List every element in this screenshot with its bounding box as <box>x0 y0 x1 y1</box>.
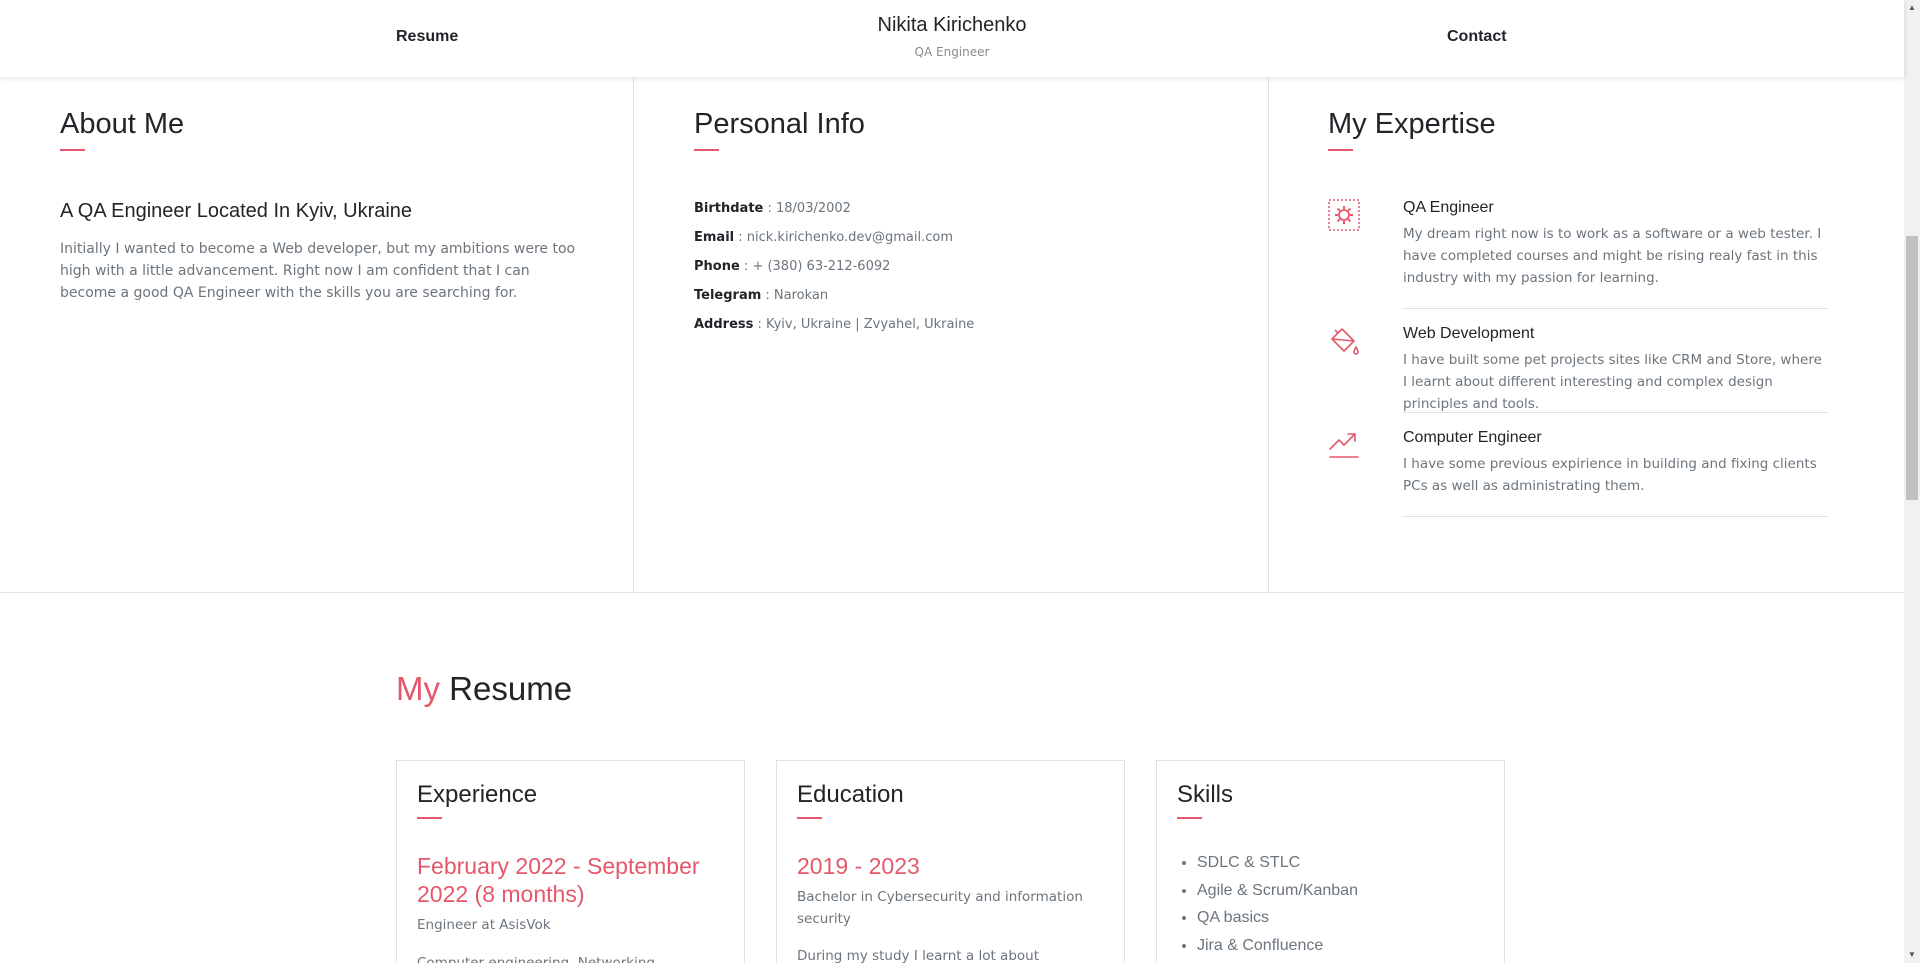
info-label: Email <box>694 230 735 245</box>
title-underline <box>1328 149 1353 151</box>
scrollbar-thumb[interactable] <box>1906 236 1918 500</box>
experience-period: February 2022 - September 2022 (8 months… <box>417 853 700 907</box>
info-row-telegram: Telegram : Narokan <box>694 288 828 303</box>
education-period: 2019 - 2023 <box>797 853 920 879</box>
paint-bucket-icon <box>1331 328 1359 355</box>
expertise-item-text: I have some previous expirience in build… <box>1403 456 1817 494</box>
skills-card: Skills SDLC & STLC Agile & Scrum/Kanban … <box>1156 760 1505 963</box>
info-label: Address <box>694 317 754 332</box>
expertise-item-title: QA Engineer <box>1403 199 1494 216</box>
trending-up-icon <box>1329 433 1359 458</box>
title-underline <box>797 817 822 819</box>
experience-card: Experience February 2022 - September 202… <box>396 760 745 963</box>
page-scrollbar[interactable]: ▲ ▼ <box>1904 0 1920 963</box>
about-text: Initially I wanted to become a Web devel… <box>60 241 576 301</box>
resume-title-accent: My <box>396 670 440 707</box>
expertise-item-title: Web Development <box>1403 325 1535 342</box>
info-value: : Kyiv, Ukraine | Zvyahel, Ukraine <box>753 317 975 332</box>
about-column: About Me A QA Engineer Located In Kyiv, … <box>60 77 600 593</box>
experience-details: Computer engineering, Networking, Custom… <box>417 955 660 963</box>
info-value: : nick.kirichenko.dev@gmail.com <box>734 230 954 245</box>
skill-item: Agile & Scrum/Kanban <box>1197 877 1358 905</box>
about-title: About Me <box>60 108 185 140</box>
info-row-email: Email : nick.kirichenko.dev@gmail.com <box>694 230 953 245</box>
expertise-body: QA Engineer My dream right now is to wor… <box>1403 199 1828 309</box>
info-row-phone: Phone : + (380) 63-212-6092 <box>694 259 890 274</box>
skills-list: SDLC & STLC Agile & Scrum/Kanban QA basi… <box>1197 849 1358 959</box>
education-details: During my study I learnt a lot about Pro… <box>797 948 1039 963</box>
skill-item: SDLC & STLC <box>1197 849 1358 877</box>
info-label: Birthdate <box>694 201 764 216</box>
expertise-item-text: I have built some pet projects sites lik… <box>1403 352 1822 412</box>
expertise-item-title: Computer Engineer <box>1403 429 1542 446</box>
skill-item: Jira & Confluence <box>1197 932 1358 960</box>
experience-position: Engineer at AsisVok <box>417 917 551 933</box>
info-label: Phone <box>694 259 740 274</box>
nav-link-contact[interactable]: Contact <box>1447 28 1507 46</box>
expertise-column: My Expertise QA Engineer My dream right … <box>1328 77 1888 593</box>
info-row-birthdate: Birthdate : 18/03/2002 <box>694 201 851 216</box>
expertise-body: Computer Engineer I have some previous e… <box>1403 429 1828 517</box>
top-navbar: Resume Nikita Kirichenko QA Engineer Con… <box>0 0 1904 77</box>
brand-name: Nikita Kirichenko <box>877 14 1027 36</box>
column-divider <box>633 77 634 593</box>
skill-item: QA basics <box>1197 904 1358 932</box>
column-divider <box>1268 77 1269 593</box>
title-underline <box>1177 817 1202 819</box>
info-value: : Narokan <box>761 288 829 303</box>
expertise-body: Web Development I have built some pet pr… <box>1403 325 1828 413</box>
title-underline <box>417 817 442 819</box>
brand-role: QA Engineer <box>914 45 990 59</box>
expertise-title: My Expertise <box>1328 108 1496 140</box>
education-title: Education <box>797 781 904 808</box>
resume-section-title: My Resume <box>396 670 572 708</box>
education-card: Education 2019 - 2023 Bachelor in Cybers… <box>776 760 1125 963</box>
info-label: Telegram <box>694 288 762 303</box>
education-degree: Bachelor in Cybersecurity and informatio… <box>797 889 1083 927</box>
title-underline <box>60 149 85 151</box>
personal-info-column: Personal Info Birthdate : 18/03/2002 Ema… <box>694 77 1234 593</box>
info-row-address: Address : Kyiv, Ukraine | Zvyahel, Ukrai… <box>694 317 974 332</box>
info-value: : 18/03/2002 <box>763 201 851 216</box>
title-underline <box>694 149 719 151</box>
scroll-down-arrow-icon[interactable]: ▼ <box>1907 950 1917 960</box>
expertise-item-text: My dream right now is to work as a softw… <box>1403 226 1822 286</box>
gear-icon <box>1328 199 1360 231</box>
info-section: About Me A QA Engineer Located In Kyiv, … <box>0 77 1904 593</box>
info-value: : + (380) 63-212-6092 <box>739 259 891 274</box>
brand[interactable]: Nikita Kirichenko QA Engineer <box>0 14 1904 59</box>
skills-title: Skills <box>1177 781 1234 808</box>
resume-title-rest: Resume <box>440 670 573 707</box>
experience-title: Experience <box>417 781 538 808</box>
about-subtitle: A QA Engineer Located In Kyiv, Ukraine <box>60 200 413 222</box>
personal-info-title: Personal Info <box>694 108 865 140</box>
scroll-up-arrow-icon[interactable]: ▲ <box>1907 3 1917 13</box>
